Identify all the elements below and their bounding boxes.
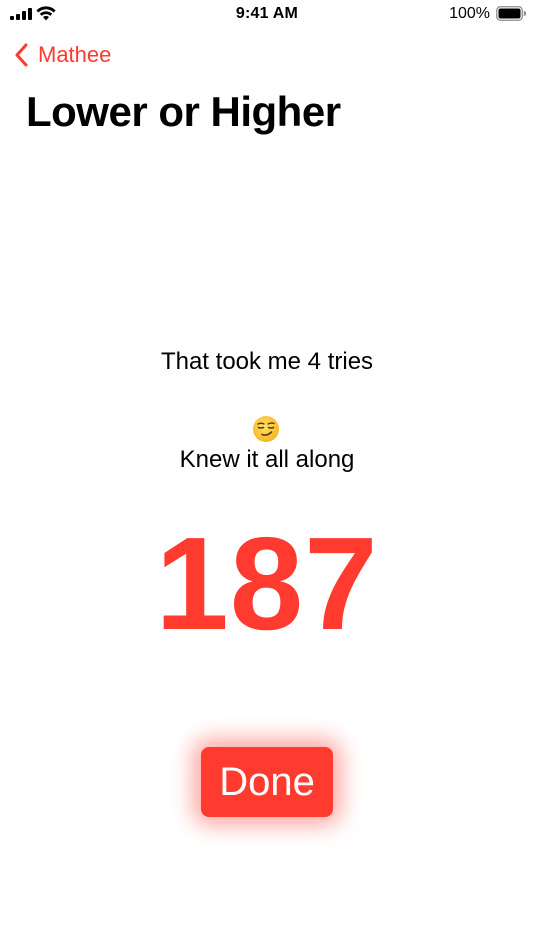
status-bar: 9:41 AM 100%: [0, 0, 534, 28]
back-button-label: Mathee: [38, 42, 112, 67]
chevron-left-icon: [15, 43, 28, 67]
tries-text: That took me 4 tries: [160, 348, 374, 375]
done-button[interactable]: Done: [201, 747, 333, 817]
battery-percentage: 100%: [449, 5, 490, 22]
comment-text: Knew it all along: [179, 446, 355, 473]
back-button[interactable]: Mathee: [14, 40, 111, 70]
smirking-face-icon: [253, 416, 279, 442]
battery-icon: [496, 6, 526, 21]
page-title: Lower or Higher: [26, 88, 341, 135]
answer-number: 187: [155, 510, 379, 657]
